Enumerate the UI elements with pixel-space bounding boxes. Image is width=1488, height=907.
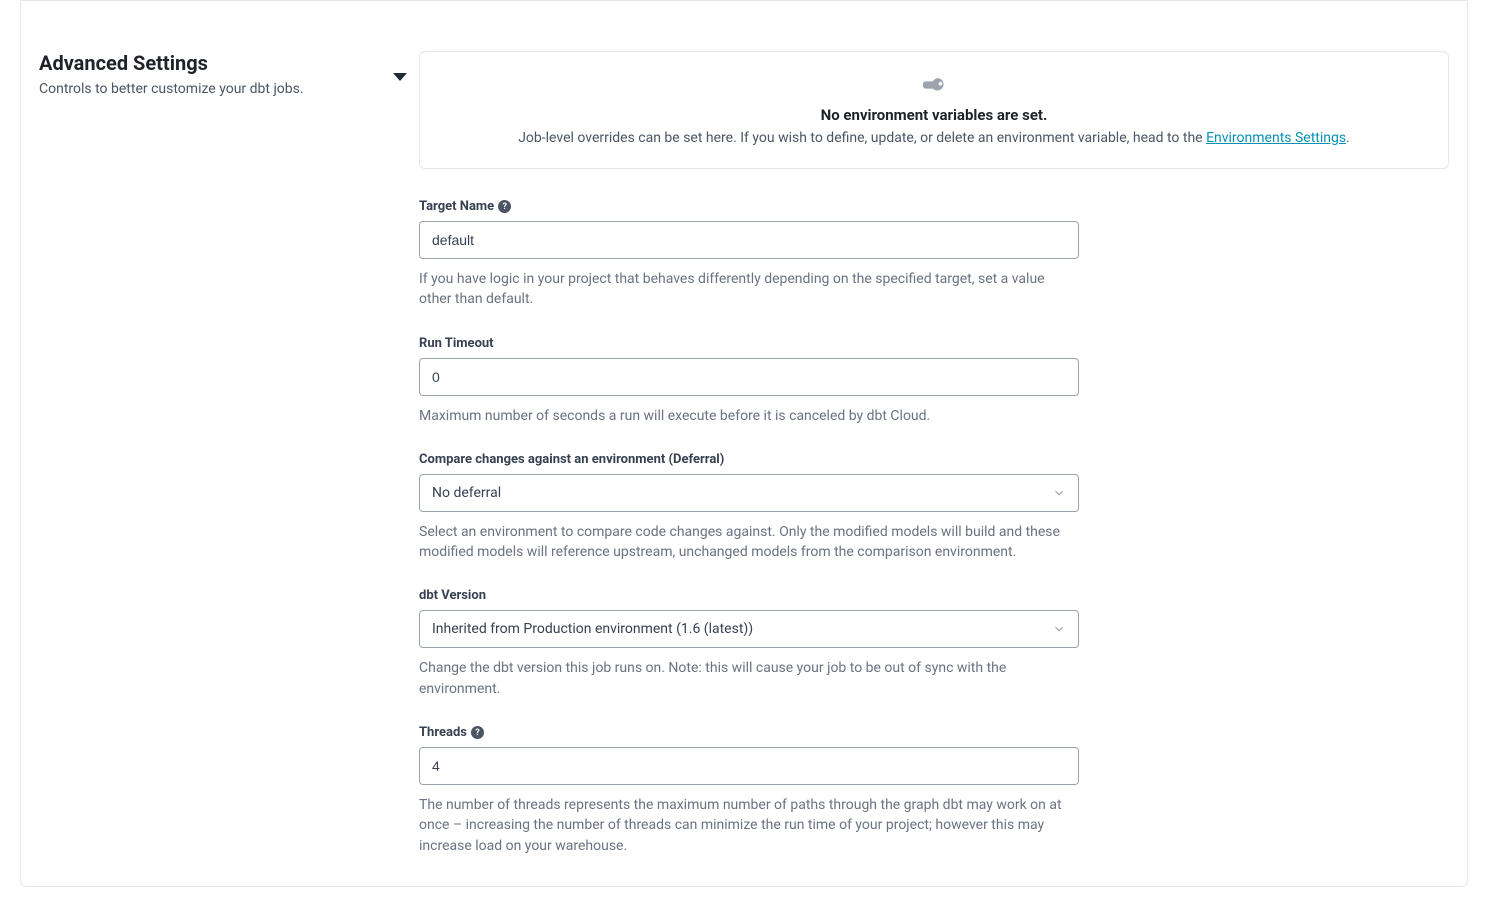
target-name-help: If you have logic in your project that b… bbox=[419, 269, 1079, 310]
environments-settings-link[interactable]: Environments Settings bbox=[1206, 130, 1346, 146]
help-icon[interactable]: ? bbox=[471, 726, 484, 739]
deferral-selected-value: No deferral bbox=[432, 485, 501, 501]
dbt-version-label: dbt Version bbox=[419, 588, 1079, 603]
threads-label: Threads ? bbox=[419, 725, 1079, 740]
env-empty-description: Job-level overrides can be set here. If … bbox=[444, 130, 1424, 146]
chevron-down-icon bbox=[1052, 486, 1066, 500]
deferral-label-text: Compare changes against an environment (… bbox=[419, 452, 724, 467]
help-icon[interactable]: ? bbox=[498, 200, 511, 213]
deferral-select[interactable]: No deferral bbox=[419, 474, 1079, 512]
target-name-label: Target Name ? bbox=[419, 199, 1079, 214]
dbt-version-label-text: dbt Version bbox=[419, 588, 486, 603]
run-timeout-input[interactable] bbox=[419, 358, 1079, 396]
deferral-help: Select an environment to compare code ch… bbox=[419, 522, 1079, 563]
chevron-down-icon bbox=[1052, 622, 1066, 636]
run-timeout-label-text: Run Timeout bbox=[419, 336, 494, 351]
dbt-version-selected-value: Inherited from Production environment (1… bbox=[432, 621, 753, 637]
deferral-label: Compare changes against an environment (… bbox=[419, 452, 1079, 467]
env-desc-suffix: . bbox=[1346, 130, 1350, 146]
section-subtitle: Controls to better customize your dbt jo… bbox=[39, 81, 419, 97]
run-timeout-help: Maximum number of seconds a run will exe… bbox=[419, 406, 1079, 426]
threads-label-text: Threads bbox=[419, 725, 467, 740]
top-divider bbox=[21, 0, 1467, 1]
threads-help: The number of threads represents the max… bbox=[419, 795, 1079, 856]
target-name-label-text: Target Name bbox=[419, 199, 494, 214]
section-title: Advanced Settings bbox=[39, 51, 419, 75]
dbt-version-select[interactable]: Inherited from Production environment (1… bbox=[419, 610, 1079, 648]
env-empty-title: No environment variables are set. bbox=[444, 106, 1424, 124]
caret-down-icon[interactable] bbox=[393, 73, 407, 81]
env-variables-box: No environment variables are set. Job-le… bbox=[419, 51, 1449, 169]
key-icon bbox=[444, 74, 1424, 100]
env-desc-prefix: Job-level overrides can be set here. If … bbox=[518, 130, 1206, 146]
dbt-version-help: Change the dbt version this job runs on.… bbox=[419, 658, 1079, 699]
target-name-input[interactable] bbox=[419, 221, 1079, 259]
run-timeout-label: Run Timeout bbox=[419, 336, 1079, 351]
threads-input[interactable] bbox=[419, 747, 1079, 785]
